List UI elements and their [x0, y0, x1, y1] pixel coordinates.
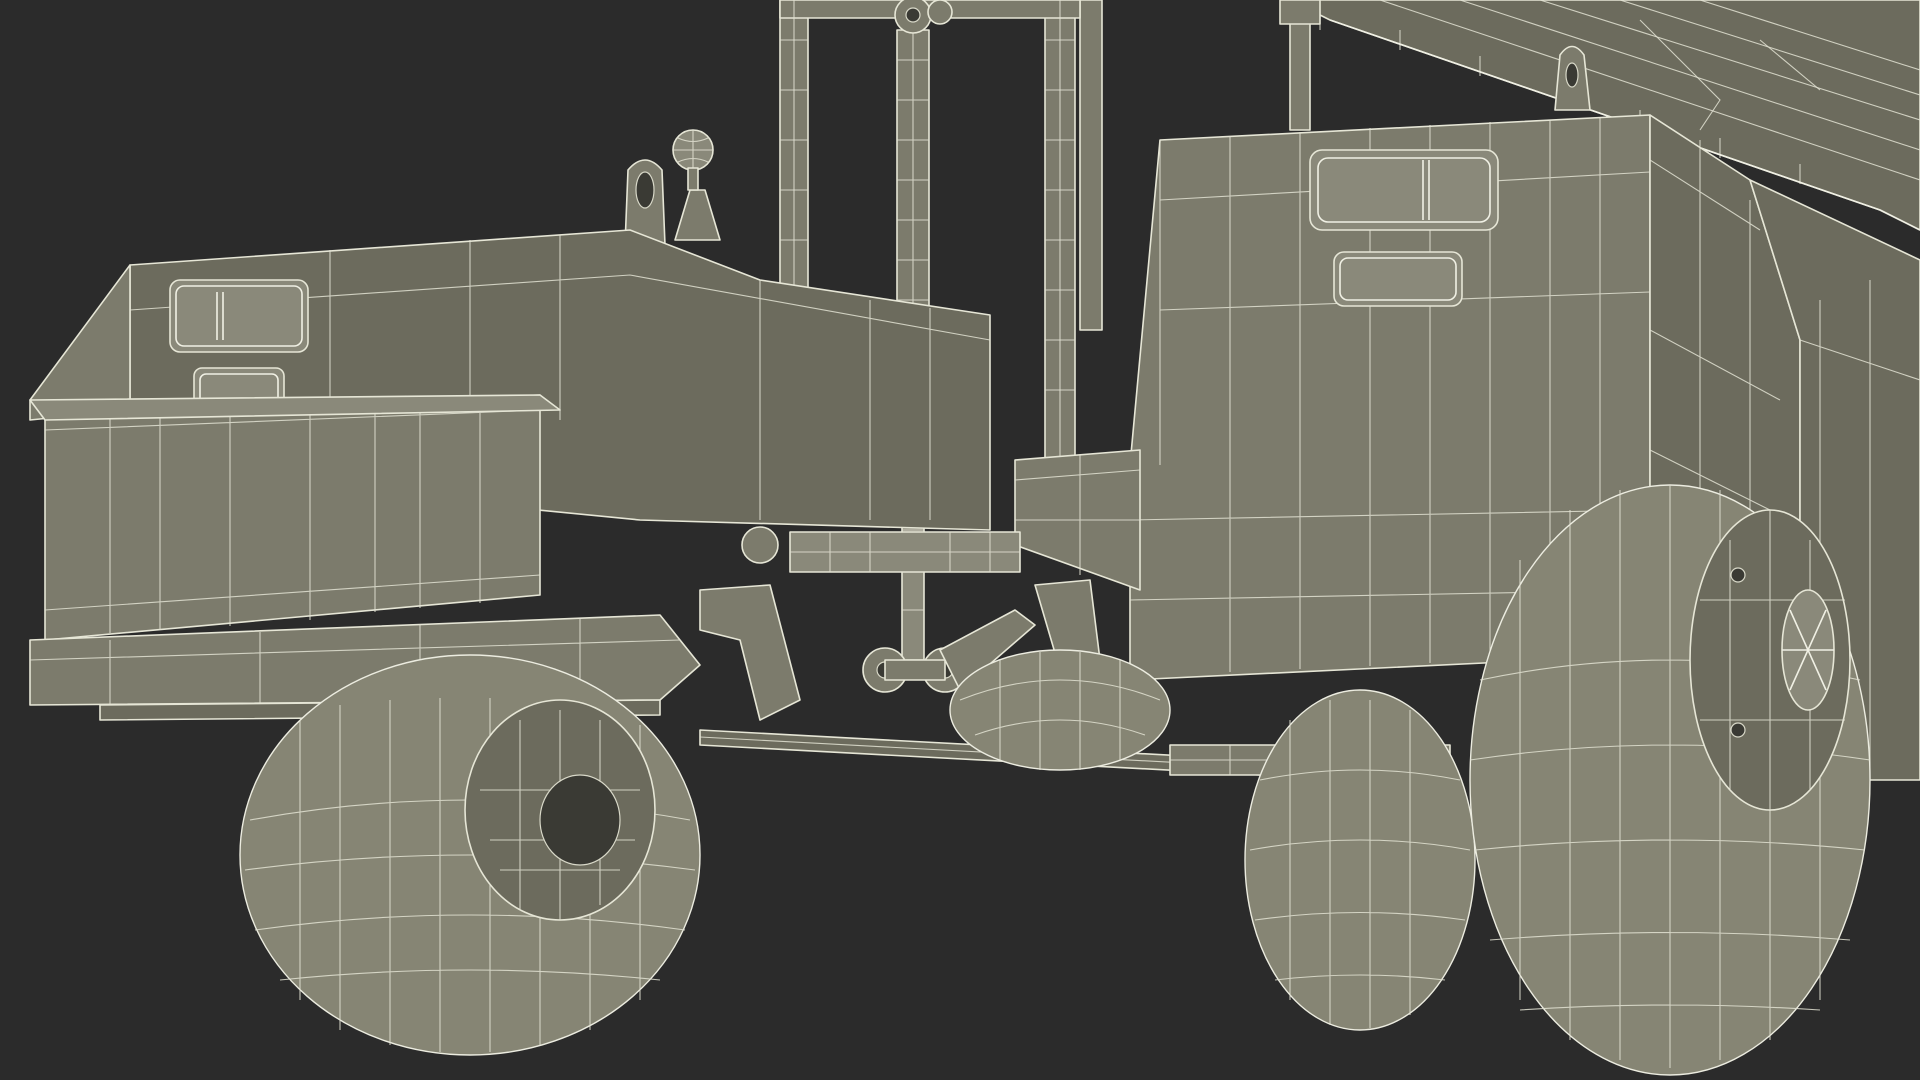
deck-hook — [1554, 45, 1591, 111]
wheel-rear-inner — [1244, 689, 1476, 1031]
deck-post-left — [1279, 0, 1321, 131]
beacon-light — [672, 129, 721, 241]
reflector-upper-right — [1309, 149, 1499, 231]
reflector-upper-left — [169, 279, 309, 353]
wheel-front-left — [239, 654, 701, 1056]
wheel-front-right — [1469, 484, 1871, 1076]
reflector-lower-right — [1333, 251, 1463, 307]
vehicle-wireframe-render — [29, 0, 1920, 1076]
viewport-canvas — [0, 0, 1920, 1080]
